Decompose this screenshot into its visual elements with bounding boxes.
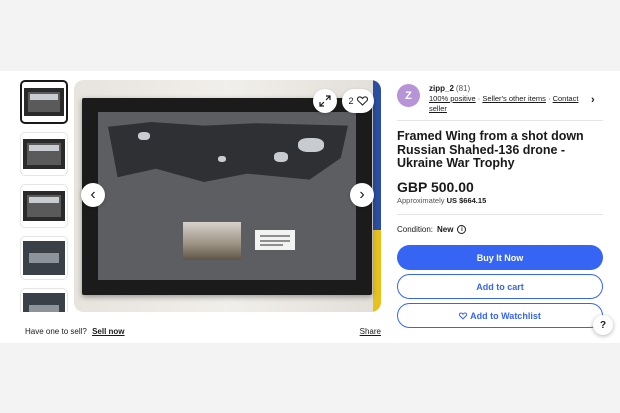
next-image-button[interactable]: › <box>350 183 374 207</box>
buy-it-now-button[interactable]: Buy It Now <box>397 245 603 270</box>
framed-wing-image <box>82 98 372 295</box>
seller-card: Z zipp_2 (81) 100% positive · Seller's ot… <box>397 84 607 114</box>
info-icon[interactable]: i <box>457 225 467 234</box>
previous-image-button[interactable]: ‹ <box>81 183 105 207</box>
watch-count: 2 <box>348 96 354 106</box>
thumbnail-strip <box>20 80 70 312</box>
price: GBP 500.00 <box>397 179 474 195</box>
chevron-left-icon: ‹ <box>90 186 96 203</box>
share-link[interactable]: Share <box>360 327 381 336</box>
condition-row: Condition: New i <box>397 225 467 234</box>
below-gallery-row: Have one to sell? Sell now Share <box>25 327 381 336</box>
condition-value: New <box>437 225 454 234</box>
expand-image-button[interactable] <box>313 89 337 113</box>
thumbnail-5[interactable] <box>20 288 68 312</box>
listing-page: ‹ › 2 Have one to sell? Sell now Share Z… <box>0 71 620 343</box>
divider <box>397 214 603 215</box>
expand-icon <box>319 95 331 107</box>
help-button[interactable]: ? <box>593 315 613 335</box>
thumbnail-3[interactable] <box>20 184 68 228</box>
add-to-cart-button[interactable]: Add to cart <box>397 274 603 299</box>
seller-name[interactable]: zipp_2 <box>429 84 454 93</box>
add-to-watchlist-label: Add to Watchlist <box>470 310 541 321</box>
watch-count-button[interactable]: 2 <box>342 89 374 113</box>
seller-feedback-count: (81) <box>455 84 471 93</box>
main-image-viewer[interactable]: ‹ › 2 <box>74 80 381 312</box>
seller-other-items-link[interactable]: Seller's other items <box>482 94 546 103</box>
sell-prompt: Have one to sell? <box>25 327 87 336</box>
approx-price: Approximately US $664.15 <box>397 196 487 205</box>
thumbnail-4[interactable] <box>20 236 68 280</box>
sell-now-link[interactable]: Sell now <box>92 327 124 336</box>
add-to-watchlist-button[interactable]: Add to Watchlist <box>397 303 603 328</box>
heart-icon <box>356 96 368 106</box>
divider <box>397 120 603 121</box>
chevron-right-icon[interactable]: › <box>591 94 595 106</box>
avatar[interactable]: Z <box>397 84 420 107</box>
chevron-right-icon: › <box>359 186 365 203</box>
heart-icon <box>459 311 468 320</box>
wing-fragment <box>108 122 348 182</box>
positive-feedback-link[interactable]: 100% positive <box>429 94 476 103</box>
thumbnail-1[interactable] <box>20 80 68 124</box>
info-card <box>255 230 295 250</box>
condition-label: Condition: <box>397 225 434 234</box>
inset-photo <box>183 222 241 260</box>
listing-title: Framed Wing from a shot down Russian Sha… <box>397 129 584 170</box>
thumbnail-2[interactable] <box>20 132 68 176</box>
